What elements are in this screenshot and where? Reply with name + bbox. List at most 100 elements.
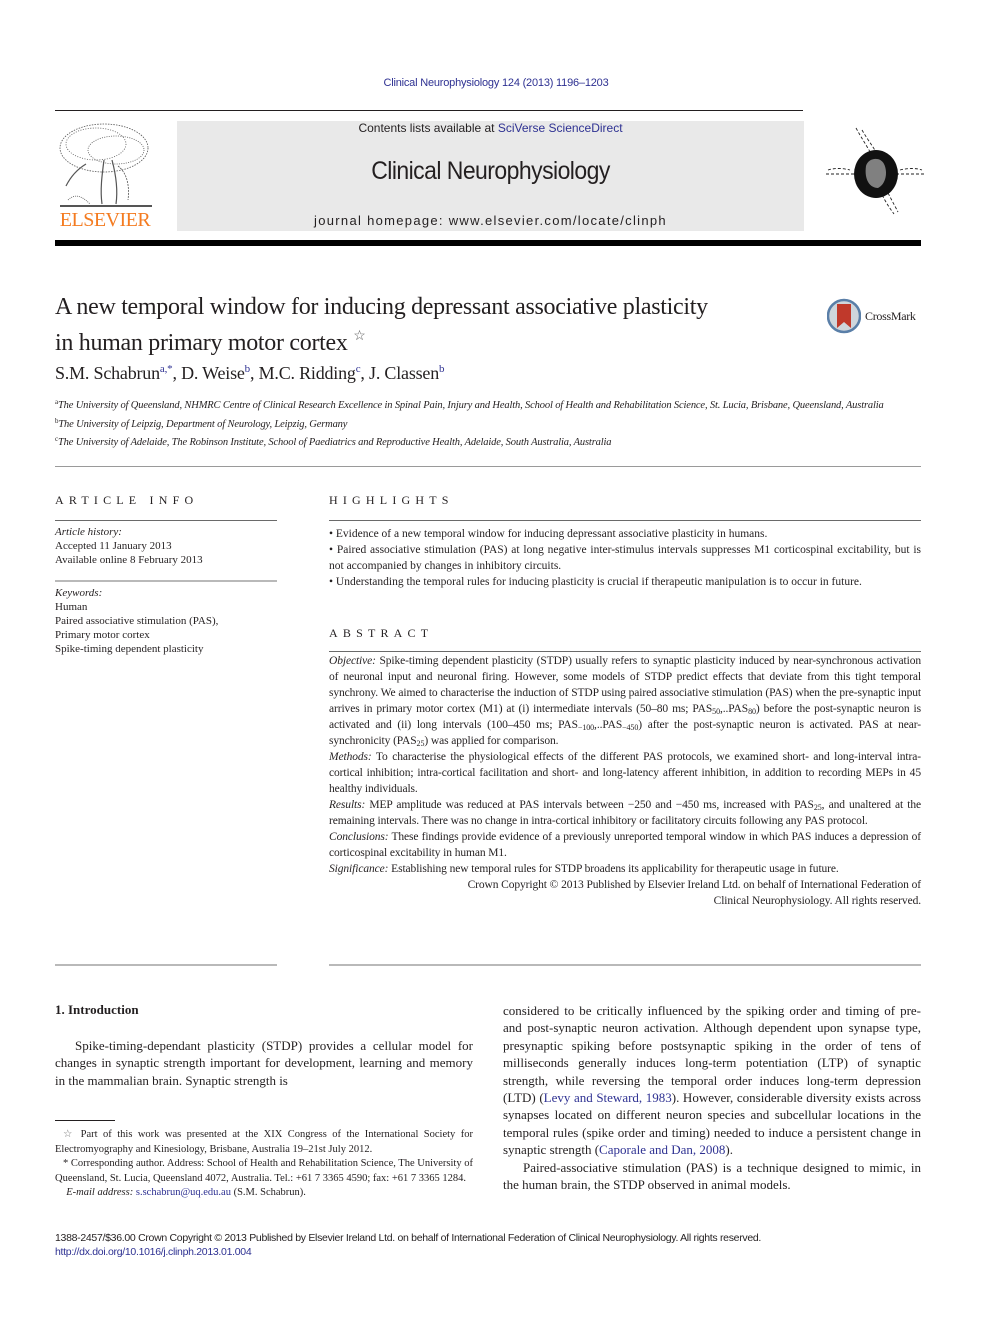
section-heading-introduction: 1. Introduction <box>55 1002 139 1017</box>
article-info-heading: ARTICLE INFO <box>55 493 199 507</box>
journal-citation[interactable]: Clinical Neurophysiology 124 (2013) 1196… <box>0 77 992 89</box>
article-info-rule <box>55 520 277 521</box>
subscript: 80 <box>748 707 756 716</box>
footnote-text: Part of this work was presented at the X… <box>55 1129 473 1155</box>
author-affiliation-mark[interactable]: a,* <box>160 363 173 375</box>
title-line-1: A new temporal window for inducing depre… <box>55 294 708 320</box>
footnote-star-mark: ☆ <box>63 1129 76 1140</box>
author[interactable]: D. Weise <box>181 363 245 383</box>
significance-label: Significance: <box>329 863 389 875</box>
highlights-heading: HIGHLIGHTS <box>329 493 454 507</box>
abstract-heading: ABSTRACT <box>329 626 434 640</box>
sciencedirect-link[interactable]: SciVerse ScienceDirect <box>498 121 623 135</box>
keywords: Keywords: Human Paired associative stimu… <box>55 586 277 656</box>
email-link[interactable]: s.schabrun@uq.edu.au <box>136 1187 231 1198</box>
objective-label: Objective: <box>329 655 376 667</box>
author[interactable]: J. Classen <box>369 363 439 383</box>
methods-label: Methods: <box>329 751 372 763</box>
elsevier-wordmark: ELSEVIER <box>59 209 151 231</box>
keywords-rule <box>55 580 277 582</box>
affiliation-text: The University of Adelaide, The Robinson… <box>57 437 612 448</box>
affiliation-text: The University of Leipzig, Department of… <box>58 418 348 430</box>
author-separator: , <box>249 363 259 383</box>
footnotes: ☆ Part of this work was presented at the… <box>55 1128 473 1201</box>
objective-text: ,..PAS <box>594 719 623 731</box>
significance-text: Establishing new temporal rules for STDP… <box>388 863 839 875</box>
history-label: Article history: <box>55 526 122 538</box>
header-thick-rule <box>55 240 921 246</box>
reference-link[interactable]: Caporale and Dan, 2008 <box>599 1142 725 1157</box>
issn-copyright-line: 1388-2457/$36.00 Crown Copyright © 2013 … <box>55 1232 762 1244</box>
objective-text: ,..PAS <box>719 703 749 715</box>
affiliation-text: The University of Queensland, NHMRC Cent… <box>57 400 884 411</box>
doi-link[interactable]: http://dx.doi.org/10.1016/j.clinph.2013.… <box>55 1246 252 1258</box>
highlights-list: • Evidence of a new temporal window for … <box>329 526 921 590</box>
footnote-text: Corresponding author. Address: School of… <box>55 1158 473 1184</box>
body-column-right: considered to be critically influenced b… <box>503 1002 921 1193</box>
abstract-conclusions: Conclusions: These findings provide evid… <box>329 829 921 861</box>
highlight-item: • Paired associative stimulation (PAS) a… <box>329 544 921 572</box>
title-footnote-star[interactable]: ☆ <box>353 329 366 344</box>
footnote-corresponding: * Corresponding author. Address: School … <box>55 1157 473 1186</box>
article-title: A new temporal window for inducing depre… <box>55 292 815 358</box>
title-line-2: in human primary motor cortex <box>55 330 348 356</box>
body-paragraph: considered to be critically influenced b… <box>503 1002 921 1159</box>
crossmark-label: CrossMark <box>865 309 916 323</box>
subscript: 50 <box>712 707 720 716</box>
highlight-item: • Evidence of a new temporal window for … <box>329 528 768 540</box>
abstract-copyright: Crown Copyright © 2013 Published by Else… <box>467 879 922 891</box>
abstract-results: Results: MEP amplitude was reduced at PA… <box>329 797 921 829</box>
abstract-bottom-rule <box>329 964 921 966</box>
author[interactable]: M.C. Ridding <box>259 363 356 383</box>
keyword: Paired associative stimulation (PAS), <box>55 615 219 627</box>
footnote-presentation: ☆ Part of this work was presented at the… <box>55 1128 473 1157</box>
affiliation: cThe University of Adelaide, The Robinso… <box>55 432 885 451</box>
contents-prefix: Contents lists available at <box>358 121 498 135</box>
body-paragraph: Spike-timing-dependant plasticity (STDP)… <box>55 1038 473 1088</box>
crossmark-button[interactable]: CrossMark <box>826 298 927 334</box>
keyword: Human <box>55 601 88 613</box>
header-rule <box>55 110 803 111</box>
elsevier-tree-icon <box>59 123 152 207</box>
crossmark-icon <box>826 298 862 334</box>
elsevier-logo[interactable]: ELSEVIER <box>54 120 156 232</box>
publication-meta: 1388-2457/$36.00 Crown Copyright © 2013 … <box>55 1231 921 1259</box>
journal-name: Clinical Neurophysiology <box>371 157 610 185</box>
article-info-bottom-rule <box>55 964 277 966</box>
body-column-left: Spike-timing-dependant plasticity (STDP)… <box>55 1037 473 1089</box>
conclusions-text: These findings provide evidence of a pre… <box>329 831 921 859</box>
footnote-rule <box>55 1120 115 1121</box>
results-label: Results: <box>329 799 366 811</box>
history-accepted: Accepted 11 January 2013 <box>55 540 172 552</box>
author-list: S.M. Schabruna,*, D. Weise b, M.C. Riddin… <box>55 363 445 384</box>
methods-text: To characterise the physiological effect… <box>329 751 921 795</box>
journal-homepage[interactable]: journal homepage: www.elsevier.com/locat… <box>177 213 804 228</box>
history-online: Available online 8 February 2013 <box>55 554 203 566</box>
contents-line: Contents lists available at SciVerse Sci… <box>177 121 804 135</box>
objective-text: ) was applied for comparison. <box>424 735 559 747</box>
abstract-copyright: Clinical Neurophysiology. All rights res… <box>713 895 921 907</box>
affiliations: aThe University of Queensland, NHMRC Cen… <box>55 395 885 451</box>
abstract-rule <box>329 651 921 652</box>
email-suffix: (S.M. Schabrun). <box>230 1187 306 1198</box>
subscript: 25 <box>813 803 822 812</box>
author[interactable]: S.M. Schabrun <box>55 363 160 383</box>
abstract-objective: Objective: Spike-timing dependent plasti… <box>329 653 921 749</box>
keyword: Primary motor cortex <box>55 629 150 641</box>
author-affiliation-mark[interactable]: b <box>439 363 445 375</box>
abstract-significance: Significance: Establishing new temporal … <box>329 861 921 877</box>
reference-link[interactable]: Levy and Steward, 1983 <box>544 1090 672 1105</box>
footnote-email: E-mail address: s.schabrun@uq.edu.au (S.… <box>55 1186 473 1201</box>
subscript: −450 <box>622 723 639 732</box>
highlights-rule <box>329 520 921 521</box>
affiliation: aThe University of Queensland, NHMRC Cen… <box>55 395 885 414</box>
journal-masthead: Contents lists available at SciVerse Sci… <box>177 121 804 231</box>
journal-cover-logo-icon <box>826 127 924 215</box>
highlight-item: • Understanding the temporal rules for i… <box>329 576 862 588</box>
results-text: MEP amplitude was reduced at PAS interva… <box>365 799 814 811</box>
body-text: ). <box>725 1142 733 1158</box>
abstract-body: Objective: Spike-timing dependent plasti… <box>329 653 921 909</box>
email-label: E-mail address: <box>66 1187 134 1198</box>
body-paragraph: Paired-associative stimulation (PAS) is … <box>503 1159 921 1193</box>
author-separator: , <box>172 363 182 383</box>
